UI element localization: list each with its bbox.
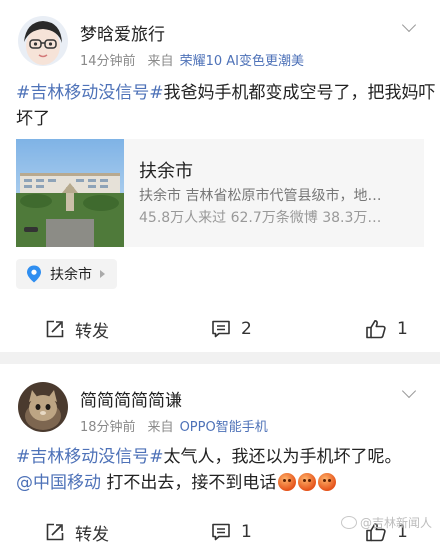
post-meta: 14分钟前 来自 荣耀10 AI变色更潮美 bbox=[80, 50, 304, 69]
repost-icon bbox=[46, 523, 64, 541]
location-tag[interactable]: 扶余市 bbox=[16, 259, 117, 289]
post-line-2: @中国移动 打不出去，接不到电话 bbox=[16, 470, 440, 496]
avatar-image bbox=[18, 16, 68, 66]
source-label: 来自 bbox=[147, 420, 174, 435]
repost-button[interactable]: 转发 bbox=[45, 514, 109, 550]
mention-link[interactable]: @中国移动 bbox=[16, 473, 101, 493]
post-time: 18分钟前 bbox=[80, 420, 136, 435]
comment-icon bbox=[212, 523, 230, 541]
username[interactable]: 简简简简简谦 bbox=[80, 386, 182, 411]
topic-link[interactable]: #吉林移动没信号# bbox=[16, 83, 164, 103]
comment-count: 1 bbox=[241, 522, 252, 542]
weibo-post-1: 梦晗爱旅行 14分钟前 来自 荣耀10 AI变色更潮美 #吉林移动没信号#我爸妈手机… bbox=[0, 0, 440, 352]
card-stats: 45.8万人来过 62.7万条微博 38.3万… bbox=[139, 210, 382, 226]
angry-emoji-icon bbox=[318, 473, 337, 491]
topic-link[interactable]: #吉林移动没信号# bbox=[16, 447, 164, 467]
comment-icon bbox=[212, 320, 230, 338]
angry-emoji-icon bbox=[298, 473, 317, 491]
feed-separator bbox=[0, 352, 440, 364]
post-text: #吉林移动没信号#我爸妈手机都变成空号了，把我妈吓坏了 bbox=[16, 80, 440, 132]
avatar[interactable] bbox=[18, 16, 68, 66]
post-body-1: 太气人，我还以为手机坏了呢。 bbox=[163, 447, 402, 467]
like-button[interactable]: 1 bbox=[365, 311, 408, 347]
source-label: 来自 bbox=[147, 54, 174, 69]
weibo-logo-icon bbox=[340, 516, 357, 529]
comment-button[interactable]: 2 bbox=[211, 311, 252, 347]
like-count: 1 bbox=[397, 319, 408, 339]
post-body-2: 打不出去，接不到电话 bbox=[101, 473, 277, 493]
device-link[interactable]: OPPO智能手机 bbox=[180, 420, 268, 435]
repost-icon bbox=[46, 320, 64, 338]
card-title: 扶余市 bbox=[139, 161, 193, 182]
location-tag-label: 扶余市 bbox=[50, 267, 92, 283]
repost-label: 转发 bbox=[75, 321, 109, 342]
location-pin-icon bbox=[27, 265, 41, 283]
username[interactable]: 梦晗爱旅行 bbox=[80, 20, 165, 45]
comment-count: 2 bbox=[241, 319, 252, 339]
post-text: #吉林移动没信号#太气人，我还以为手机坏了呢。 @中国移动 打不出去，接不到电话 bbox=[16, 444, 440, 496]
watermark-text: @吉林新闻人 bbox=[359, 516, 432, 530]
chevron-down-icon[interactable] bbox=[401, 17, 417, 33]
card-description: 扶余市 吉林省松原市代管县级市，地… bbox=[139, 188, 382, 204]
weibo-post-2: 简简简简简谦 18分钟前 来自 OPPO智能手机 #吉林移动没信号#太气人，我还以为… bbox=[0, 364, 440, 545]
repost-button[interactable]: 转发 bbox=[45, 311, 109, 347]
post-time: 14分钟前 bbox=[80, 54, 136, 69]
like-icon bbox=[366, 320, 386, 339]
watermark: @吉林新闻人 bbox=[340, 514, 432, 531]
comment-button[interactable]: 1 bbox=[211, 514, 252, 550]
location-card[interactable]: 扶余市 扶余市 吉林省松原市代管县级市，地… 45.8万人来过 62.7万条微博… bbox=[16, 139, 424, 247]
device-link[interactable]: 荣耀10 AI变色更潮美 bbox=[180, 54, 304, 69]
action-bar: 转发 2 1 bbox=[0, 311, 440, 347]
post-line-1: #吉林移动没信号#太气人，我还以为手机坏了呢。 bbox=[16, 444, 440, 470]
repost-label: 转发 bbox=[75, 524, 109, 545]
avatar[interactable] bbox=[18, 382, 68, 432]
angry-emoji-icon bbox=[278, 473, 297, 491]
city-photo bbox=[16, 139, 124, 247]
avatar-image bbox=[18, 382, 68, 432]
post-meta: 18分钟前 来自 OPPO智能手机 bbox=[80, 416, 268, 435]
arrow-right-icon bbox=[100, 270, 105, 278]
chevron-down-icon[interactable] bbox=[401, 383, 417, 399]
